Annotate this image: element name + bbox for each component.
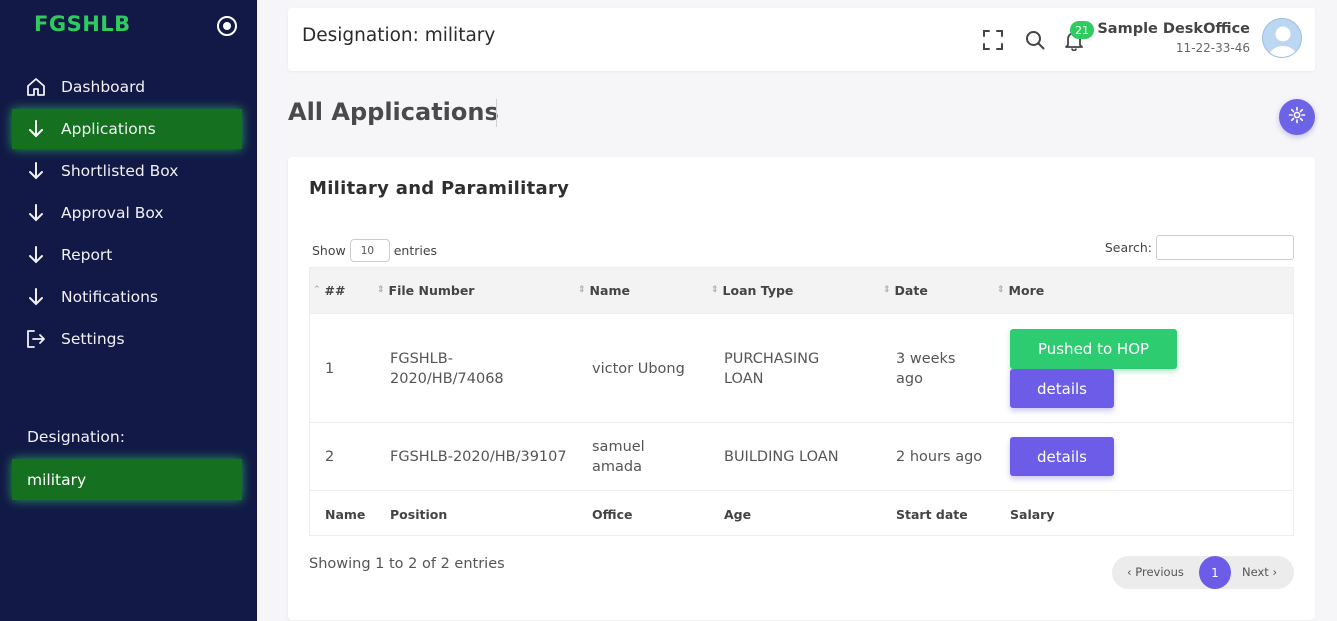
show-label: Show: [312, 243, 346, 258]
sort-icon: ⇕: [883, 285, 891, 295]
table-row: 2 FGSHLB-2020/HB/39107 samuel amada BUIL…: [310, 422, 1293, 490]
arrow-down-icon: [26, 161, 52, 181]
sidebar-item-label: Applications: [61, 120, 156, 138]
sidebar-item-label: Shortlisted Box: [61, 162, 179, 180]
top-header: Designation: military 21 Sample DeskOffi…: [288, 8, 1315, 71]
page-title: All Applications: [288, 98, 499, 126]
column-header-date[interactable]: ⇕ Date: [883, 283, 928, 298]
sidebar-item-settings[interactable]: Settings: [12, 319, 242, 359]
sidebar-item-applications[interactable]: Applications: [12, 109, 242, 149]
fullscreen-icon[interactable]: [982, 29, 1004, 51]
search-icon[interactable]: [1024, 29, 1046, 51]
designation-label: Designation:: [27, 428, 125, 446]
footer-column: Age: [724, 507, 752, 522]
footer-column: Position: [390, 507, 448, 522]
logout-icon: [26, 329, 52, 349]
notification-badge: 21: [1070, 21, 1094, 39]
sidebar-item-notifications[interactable]: Notifications: [12, 277, 242, 317]
table-footer: Name Position Office Age Start date Sala…: [310, 490, 1293, 536]
column-header-more[interactable]: ⇕ More: [997, 283, 1044, 298]
sidebar-item-label: Settings: [61, 330, 125, 348]
column-header-name[interactable]: ⇕ Name: [578, 283, 630, 298]
sort-icon: ⇕: [578, 285, 586, 295]
title-divider: [496, 99, 497, 127]
user-id: 11-22-33-46: [1175, 41, 1250, 55]
arrow-down-icon: [26, 119, 52, 139]
sort-icon: ⇕: [377, 285, 385, 295]
avatar[interactable]: [1262, 18, 1302, 58]
entries-length: Show 10 entries: [312, 239, 437, 262]
arrow-down-icon: [26, 245, 52, 265]
sidebar: FGSHLB Dashboard Applications Shortliste…: [0, 0, 257, 621]
applicant-name: samuel amada: [592, 439, 645, 475]
settings-fab[interactable]: [1279, 99, 1315, 135]
arrow-down-icon: [26, 203, 52, 223]
footer-column: Office: [592, 507, 633, 522]
row-number: 2: [325, 449, 335, 465]
sidebar-item-label: Approval Box: [61, 204, 164, 222]
gear-icon: [1288, 106, 1306, 128]
sort-icon: ⌃: [313, 285, 321, 295]
sidebar-item-report[interactable]: Report: [12, 235, 242, 275]
sort-icon: ⇕: [711, 285, 719, 295]
designation-value[interactable]: military: [12, 459, 242, 500]
details-button[interactable]: details: [1010, 437, 1114, 476]
sidebar-item-label: Dashboard: [61, 78, 146, 96]
page-button-current[interactable]: 1: [1199, 556, 1231, 589]
home-icon: [26, 77, 52, 97]
brand-logo[interactable]: FGSHLB: [34, 12, 131, 36]
sidebar-item-shortlisted-box[interactable]: Shortlisted Box: [12, 151, 242, 191]
next-page-button[interactable]: Next ›: [1242, 565, 1277, 579]
details-button[interactable]: details: [1010, 369, 1114, 408]
file-number: FGSHLB-2020/HB/39107: [390, 449, 567, 465]
user-name: Sample DeskOffice: [1097, 21, 1250, 37]
table-header: ⌃ ## ⇕ File Number ⇕ Name ⇕ Loan Type ⇕ Date …: [310, 268, 1293, 313]
footer-column: Start date: [896, 507, 968, 522]
table-search: Search:: [1105, 235, 1294, 260]
sidebar-item-dashboard[interactable]: Dashboard: [12, 67, 242, 107]
search-label: Search:: [1104, 240, 1152, 255]
pagination: ‹ Previous 1 Next ›: [1112, 556, 1294, 589]
column-header-loan-type[interactable]: ⇕ Loan Type: [711, 283, 793, 298]
loan-type: BUILDING LOAN: [724, 449, 839, 465]
application-date: 3 weeks ago: [896, 351, 956, 387]
row-number: 1: [325, 361, 335, 377]
loan-type: PURCHASING LOAN: [724, 351, 820, 387]
card-title: Military and Paramilitary: [309, 178, 570, 199]
pushed-to-hop-button[interactable]: Pushed to HOP: [1010, 329, 1177, 369]
applications-table: ⌃ ## ⇕ File Number ⇕ Name ⇕ Loan Type ⇕ Date …: [309, 267, 1294, 536]
table-row: 1 FGSHLB-2020/HB/74068 victor Ubong PURC…: [310, 313, 1293, 422]
sidebar-item-label: Report: [61, 246, 113, 264]
entries-label: entries: [393, 243, 438, 258]
sidebar-item-label: Notifications: [61, 288, 159, 306]
table-info: Showing 1 to 2 of 2 entries: [309, 556, 505, 572]
application-date: 2 hours ago: [896, 449, 983, 465]
footer-column: Salary: [1010, 507, 1055, 522]
sidebar-item-approval-box[interactable]: Approval Box: [12, 193, 242, 233]
header-title: Designation: military: [302, 25, 496, 46]
previous-page-button[interactable]: ‹ Previous: [1127, 565, 1184, 579]
column-header-number[interactable]: ⌃ ##: [313, 283, 346, 298]
search-input[interactable]: [1156, 235, 1294, 260]
entries-select[interactable]: 10: [349, 239, 390, 262]
applicant-name: victor Ubong: [592, 361, 685, 377]
file-number: FGSHLB-2020/HB/74068: [390, 351, 504, 387]
footer-column: Name: [325, 507, 366, 522]
arrow-down-icon: [26, 287, 52, 307]
column-header-file-number[interactable]: ⇕ File Number: [377, 283, 474, 298]
applications-card: Military and Paramilitary Show 10 entrie…: [288, 157, 1315, 620]
sort-icon: ⇕: [997, 285, 1005, 295]
sidebar-toggle-icon[interactable]: [217, 16, 237, 36]
